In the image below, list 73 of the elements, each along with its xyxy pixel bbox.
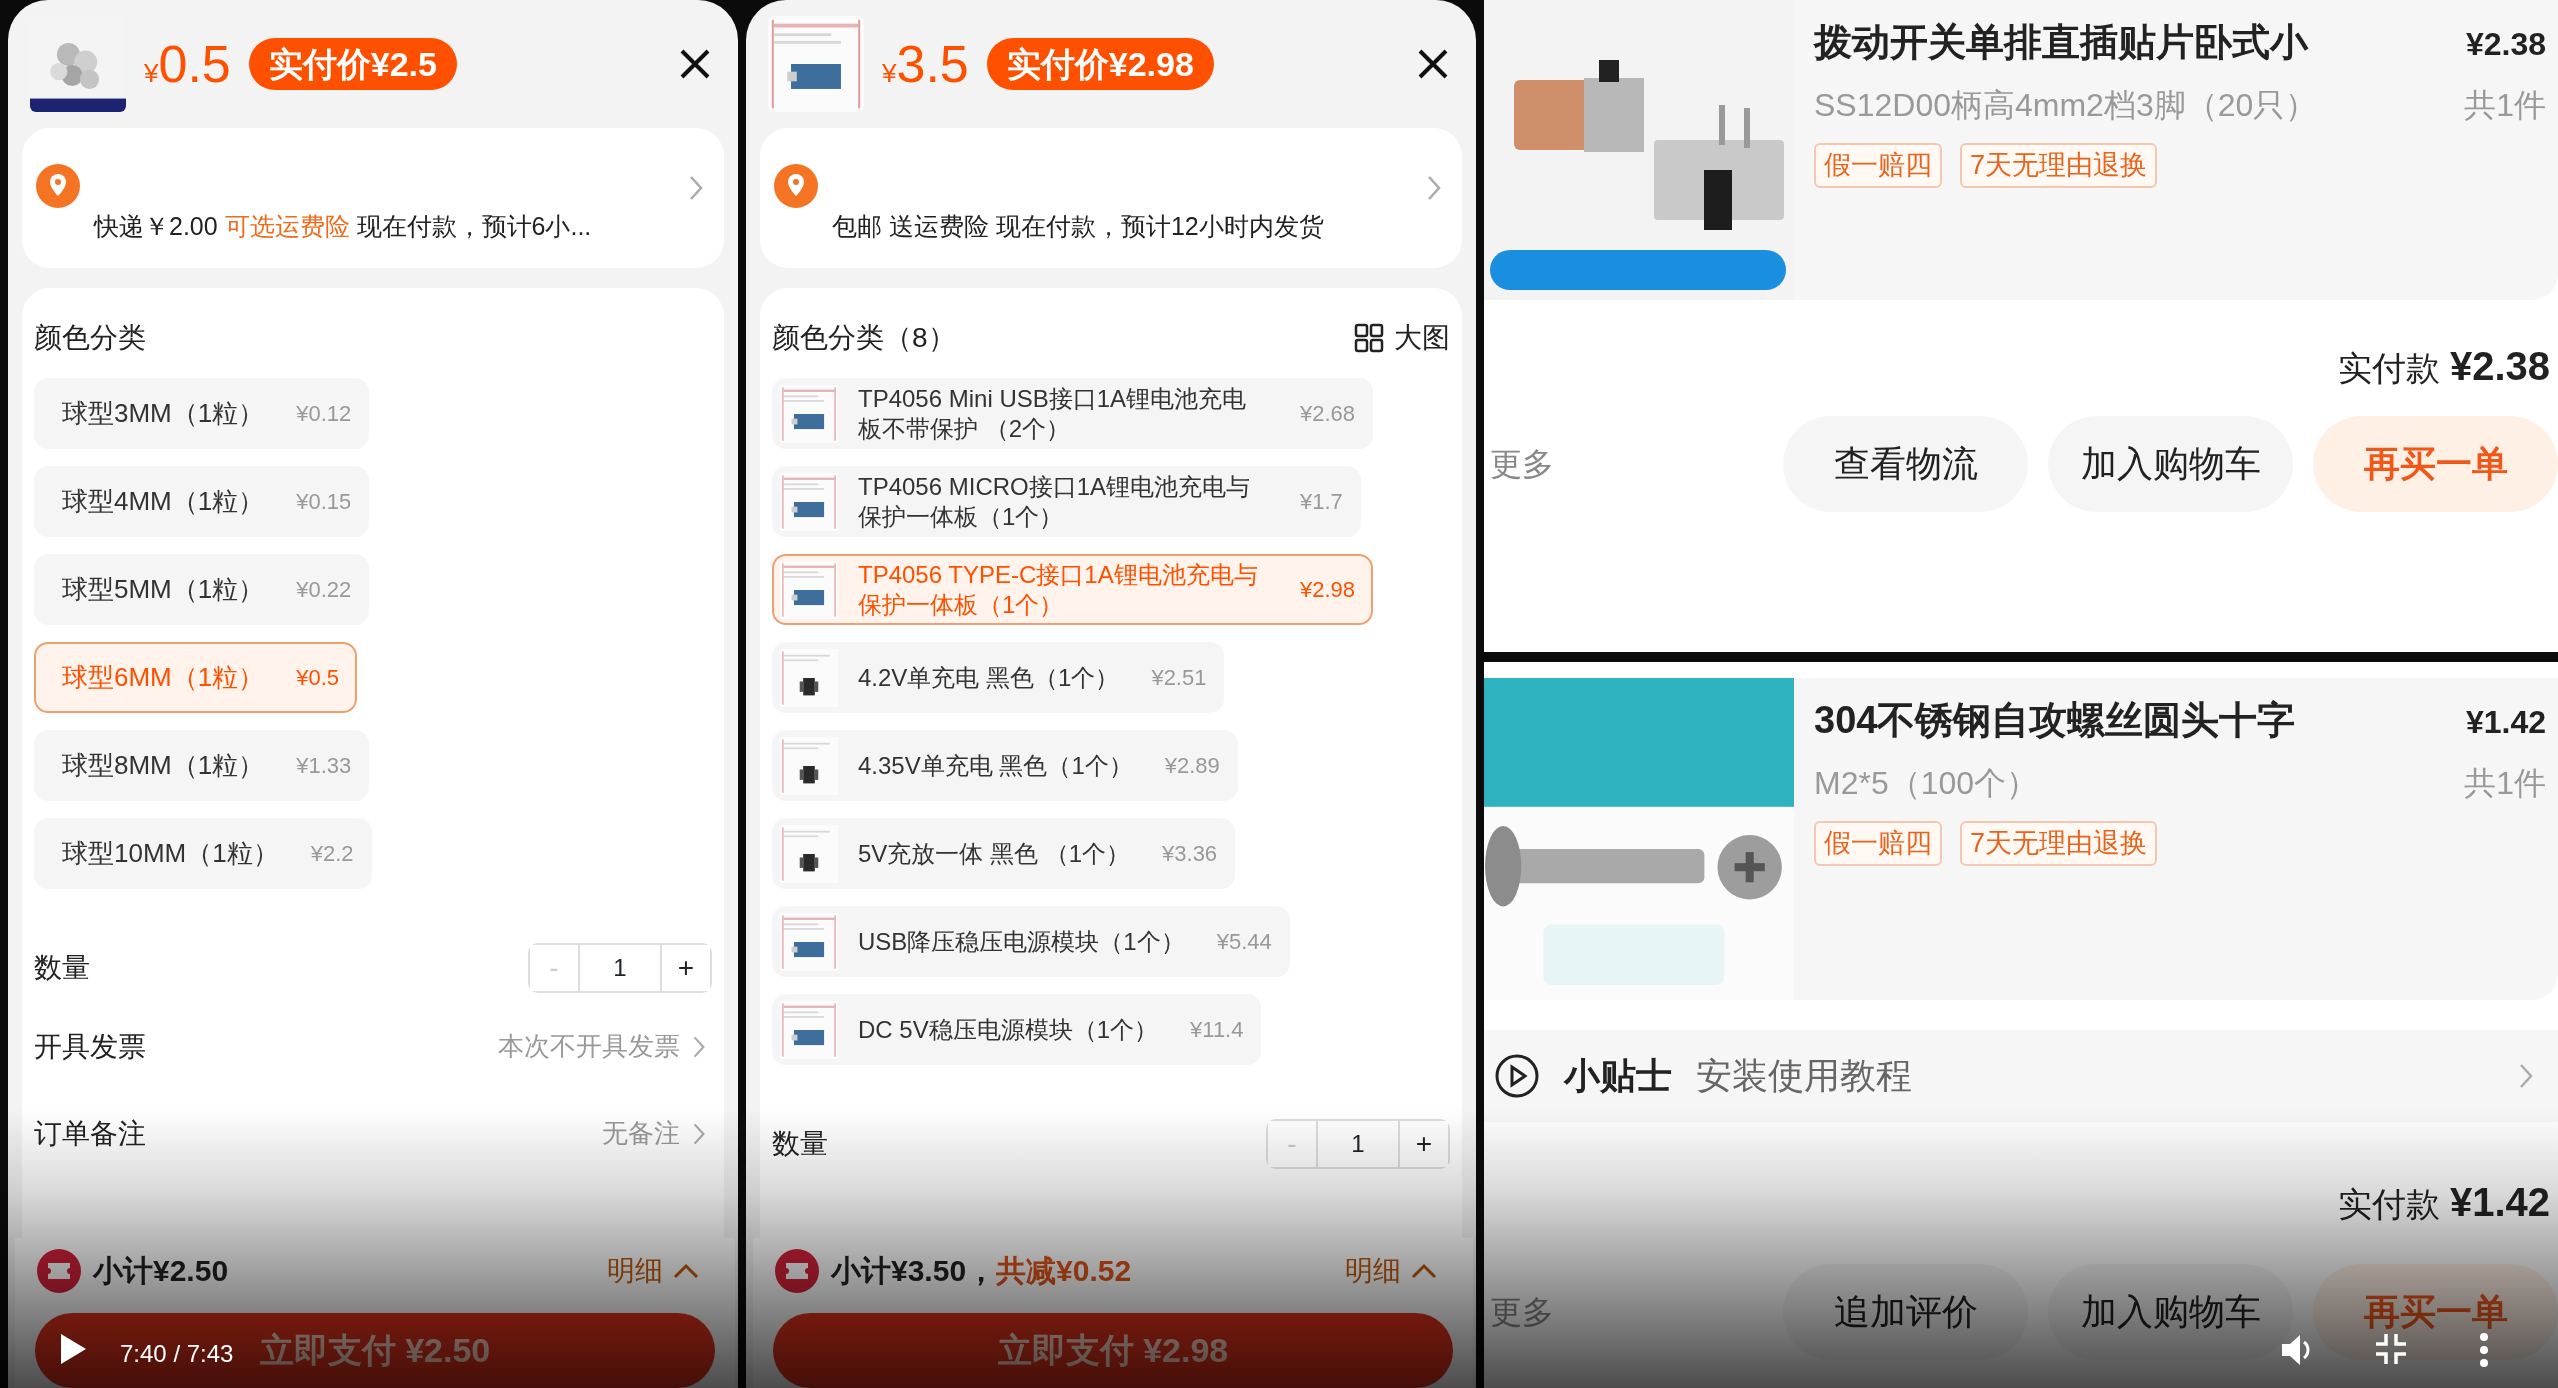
option-chip[interactable]: 球型8MM（1粒） ¥1.33: [34, 730, 370, 801]
item-count: 共1件: [2464, 764, 2546, 803]
chevron-right-icon: [2518, 1062, 2534, 1090]
product-title: 304不锈钢自攻螺丝圆头十字: [1814, 698, 2296, 743]
total-amount: ¥1.42: [2449, 1179, 2550, 1226]
more-button[interactable]: [2478, 1332, 2490, 1368]
exit-fullscreen-button[interactable]: [2374, 1332, 2408, 1366]
action-button[interactable]: 加入购物车: [2048, 416, 2293, 512]
product-spec: M2*5（100个）: [1814, 764, 2039, 803]
option-chip[interactable]: DC 5V稳压电源模块（1个） ¥11.4: [772, 994, 1262, 1065]
option-chip[interactable]: TP4056 Mini USB接口1A锂电池充电板不带保护 （2个） ¥2.68: [772, 378, 1374, 449]
subtotal: 小计¥2.50: [93, 1253, 229, 1290]
close-icon: [1416, 47, 1450, 81]
more-icon: [2478, 1332, 2490, 1368]
close-icon: [678, 47, 712, 81]
tips-row[interactable]: 小贴士 安装使用教程: [1484, 1030, 2558, 1122]
option-chip[interactable]: 球型4MM（1粒） ¥0.15: [34, 466, 370, 537]
shipping-info: 快递￥2.00 可选运费险 现在付款，预计6小...: [94, 211, 592, 242]
option-chip[interactable]: 球型3MM（1粒） ¥0.12: [34, 378, 370, 449]
price: ¥3.5: [882, 38, 969, 90]
option-chip[interactable]: 4.35V单充电 黑色（1个） ¥2.89: [772, 730, 1238, 801]
chevron-right-icon: [1426, 174, 1442, 202]
chevron-right-icon: [688, 174, 704, 202]
play-button[interactable]: [58, 1332, 88, 1366]
shipping-card[interactable]: 包邮 送运费险 现在付款，预计12小时内发货: [760, 128, 1462, 268]
field-label: 数量: [772, 1127, 828, 1161]
field-label: 订单备注: [34, 1116, 146, 1151]
product-price: ¥1.42: [2465, 703, 2546, 742]
location-pin-icon: [774, 164, 818, 208]
item-count: 共1件: [2464, 86, 2546, 125]
service-tag: 7天无理由退换: [1960, 821, 2158, 866]
fullscreen-exit-icon: [2374, 1332, 2408, 1366]
action-button[interactable]: 加入购物车: [2048, 1264, 2293, 1360]
field-label: 开具发票: [34, 1029, 146, 1064]
action-button[interactable]: 追加评价: [1783, 1264, 2028, 1360]
service-tag: 假一赔四: [1814, 143, 1942, 188]
play-icon: [58, 1332, 88, 1366]
location-pin-icon: [36, 164, 80, 208]
option-chip[interactable]: USB降压稳压电源模块（1个） ¥5.44: [772, 906, 1290, 977]
option-chip[interactable]: 4.2V单充电 黑色（1个） ¥2.51: [772, 642, 1225, 713]
action-button[interactable]: 查看物流: [1783, 416, 2028, 512]
play-circle-icon: [1494, 1053, 1540, 1099]
more-link[interactable]: 更多: [1484, 440, 1560, 488]
pay-price-badge: 实付价¥2.98: [986, 37, 1214, 91]
section-title: 颜色分类: [34, 321, 146, 355]
service-tag: 假一赔四: [1814, 821, 1942, 866]
option-chip[interactable]: TP4056 MICRO接口1A锂电池充电与保护一体板（1个） ¥1.7: [772, 466, 1361, 537]
close-button[interactable]: [678, 47, 712, 81]
option-chip[interactable]: 球型5MM（1粒） ¥0.22: [34, 554, 370, 625]
ticket-icon: [775, 1248, 819, 1293]
shipping-card[interactable]: 快递￥2.00 可选运费险 现在付款，预计6小...: [22, 128, 724, 268]
total-label: 实付款: [2337, 1184, 2440, 1225]
pay-price-badge: 实付价¥2.5: [248, 37, 457, 91]
subtotal: 小计¥3.50，共减¥0.52: [831, 1253, 1132, 1290]
product-title: 拨动开关单排直插贴片卧式小: [1814, 20, 2308, 65]
large-view-toggle[interactable]: 大图: [1354, 317, 1450, 359]
field-label: 数量: [34, 951, 90, 985]
price: ¥0.5: [144, 38, 231, 90]
option-chip[interactable]: 5V充放一体 黑色 （1个） ¥3.36: [772, 818, 1236, 889]
grid-icon: [1354, 323, 1384, 353]
service-tag: 7天无理由退换: [1960, 143, 2158, 188]
playback-time: 7:40 / 7:43: [120, 1339, 234, 1369]
section-title: 颜色分类（8）: [772, 321, 956, 355]
shipping-info: 包邮 送运费险 现在付款，预计12小时内发货: [832, 211, 1324, 242]
product-price: ¥2.38: [2465, 25, 2546, 64]
total-label: 实付款: [2337, 348, 2440, 389]
chevron-up-icon: [1411, 1262, 1437, 1279]
chevron-up-icon: [673, 1262, 699, 1279]
close-button[interactable]: [1416, 47, 1450, 81]
product-spec: SS12D00柄高4mm2档3脚（20只）: [1814, 86, 2318, 125]
ticket-icon: [37, 1248, 81, 1293]
option-chip[interactable]: 球型10MM（1粒） ¥2.2: [34, 818, 372, 889]
total-amount: ¥2.38: [2449, 343, 2550, 390]
